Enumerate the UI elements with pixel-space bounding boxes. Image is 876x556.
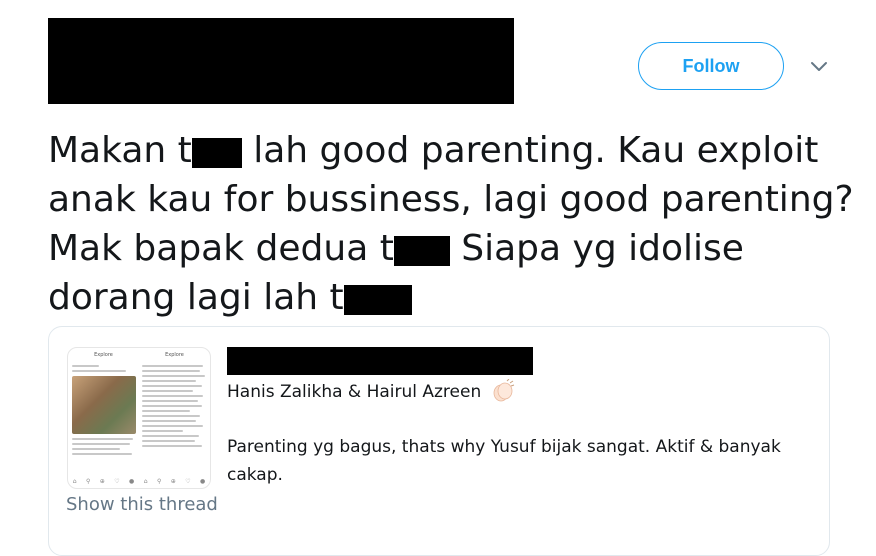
follow-label: Follow [682, 55, 740, 76]
tweet-line-2-text: anak kau for bussiness, lagi good parent… [48, 179, 854, 220]
thumbnail-tab-left: Explore [94, 352, 113, 358]
quoted-author-redaction [227, 347, 533, 375]
quoted-author-line: Hanis Zalikha & Hairul Azreen [227, 379, 515, 403]
tweet-line-4: dorang lagi lah t [48, 273, 848, 322]
thumbnail-left-column [70, 362, 138, 458]
follow-button[interactable]: Follow [638, 42, 784, 90]
tweet-line-1-start: Makan t [48, 130, 192, 171]
tweet-line-4-start: dorang lagi lah t [48, 277, 344, 318]
tweet-line-1: Makan t lah good parenting. Kau exploit [48, 126, 848, 175]
thumbnail-tab-right: Explore [165, 352, 184, 358]
thumbnail-bottom-bar: ⌂ ⚲ ⊕ ♡ ● ⌂ ⚲ ⊕ ♡ ● [72, 478, 206, 485]
tweet-line-2: anak kau for bussiness, lagi good parent… [48, 175, 854, 224]
quoted-body-line-1: Parenting yg bagus, thats why Yusuf bija… [227, 437, 781, 457]
tweet-line-3-end: Siapa yg idolise [449, 228, 744, 269]
word-redaction [393, 236, 450, 266]
quoted-author-name: Hanis Zalikha & Hairul Azreen [227, 382, 482, 402]
tweet-text: Makan t lah good parenting. Kau exploit … [48, 126, 854, 322]
author-redaction [48, 18, 514, 104]
quoted-body-line-2: cakap. [227, 465, 283, 485]
chevron-down-icon[interactable] [808, 58, 830, 74]
show-thread-link[interactable]: Show this thread [66, 494, 218, 515]
quoted-tweet-thumbnail[interactable]: Explore Explore ⌂ ⚲ ⊕ ♡ ● ⌂ ⚲ ⊕ ♡ ● [67, 347, 211, 489]
word-redaction [343, 285, 412, 315]
word-redaction [191, 138, 242, 168]
thumbnail-right-column [140, 362, 208, 450]
tweet-line-3: Mak bapak dedua t Siapa yg idolise [48, 224, 848, 273]
tweet-line-1-end: lah good parenting. Kau exploit [241, 130, 819, 171]
clapping-hands-icon [493, 379, 514, 402]
thumbnail-photo [72, 376, 136, 434]
thumbnail-tabs: Explore Explore [68, 348, 210, 358]
quoted-tweet-body: Parenting yg bagus, thats why Yusuf bija… [227, 433, 807, 489]
tweet-line-3-start: Mak bapak dedua t [48, 228, 394, 269]
quoted-tweet-card[interactable]: Explore Explore ⌂ ⚲ ⊕ ♡ ● ⌂ ⚲ ⊕ ♡ ● Hani… [48, 326, 830, 556]
